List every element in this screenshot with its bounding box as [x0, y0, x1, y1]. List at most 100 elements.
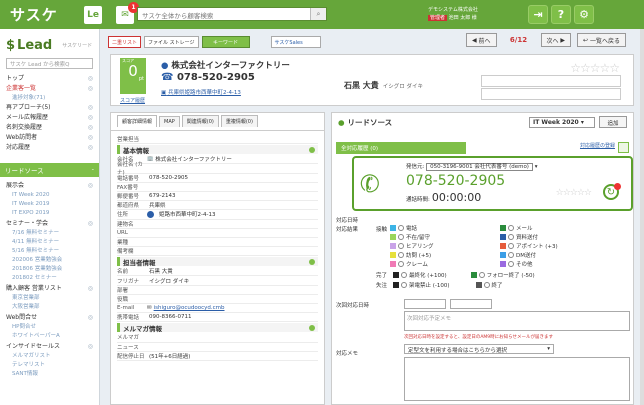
- map-pin-icon[interactable]: [147, 210, 154, 218]
- method-option[interactable]: DM送付: [500, 250, 558, 259]
- sidebar-item[interactable]: 再アプローチ(5) ◎: [6, 103, 93, 113]
- page-scrollbar[interactable]: [640, 29, 644, 405]
- sidebar-lead-item[interactable]: 東京営業部: [6, 294, 93, 303]
- campaign-select[interactable]: IT Week 2020 ▾: [529, 117, 595, 128]
- sidebar-lead-item[interactable]: Web問合せ ◎: [6, 313, 93, 323]
- tab-file-storage[interactable]: ファイル ストレージ: [144, 36, 199, 48]
- sidebar-lead-item[interactable]: 202006 営業勉強会: [6, 256, 93, 265]
- company-address[interactable]: ▣ 兵庫県姫路市西華中町2-4-13: [161, 88, 241, 96]
- sidebar-item[interactable]: 名刺交換履歴 ◎: [6, 123, 93, 133]
- phone-handset-icon[interactable]: ✆: [357, 168, 384, 200]
- sidebar-lead-item[interactable]: SANT情報: [6, 370, 93, 379]
- tab-related[interactable]: 関連情報(0): [181, 115, 219, 127]
- sidebar-lead-item[interactable]: 201806 営業勉強会: [6, 265, 93, 274]
- sidebar-item[interactable]: トップ ◎: [6, 74, 93, 84]
- tab-all-history[interactable]: 全対応履歴 (0): [336, 142, 466, 154]
- sidebar-lead-item[interactable]: 4/11 無料セミナー: [6, 238, 93, 247]
- score-history-link[interactable]: スコア履歴: [120, 97, 145, 104]
- field-value[interactable]: ishiguro@ocudoocyd.cmb: [152, 305, 225, 311]
- sidebar-lead-item[interactable]: 201802 セミナー: [6, 274, 93, 283]
- sidebar-lead-item[interactable]: メルマガリスト: [6, 352, 93, 361]
- sidebar-lead-item[interactable]: ホワイトペーパーA: [6, 332, 93, 341]
- sidebar-lead-item[interactable]: インサイドセールス ◎: [6, 342, 93, 352]
- next-time-input[interactable]: [450, 299, 492, 309]
- method-option[interactable]: 資料送付: [500, 232, 558, 241]
- lost-option-1[interactable]: 架電禁止 (-100): [393, 281, 450, 289]
- settings-icon[interactable]: ◎: [88, 84, 93, 94]
- global-search-input[interactable]: サスケ全体から顧客検索 ⌕: [137, 7, 327, 21]
- done-option-1[interactable]: 最終化 (+100): [393, 271, 447, 279]
- sidebar-lead-item[interactable]: 5/16 無料セミナー: [6, 247, 93, 256]
- hangup-icon[interactable]: ↻: [603, 183, 621, 200]
- method-option[interactable]: アポイント (+3): [500, 241, 558, 250]
- prev-button[interactable]: ◀ 前へ: [465, 33, 497, 47]
- section-mail-info[interactable]: メルマガ情報: [117, 323, 318, 333]
- call-from[interactable]: 発信元: 050-3196-9001 会社代表番号 (demo) ▾: [406, 162, 537, 171]
- search-icon[interactable]: ⌕: [310, 8, 326, 20]
- tab-keyword[interactable]: キーワード: [201, 36, 250, 48]
- sidebar-lead-item[interactable]: 7/16 無料セミナー: [6, 229, 93, 238]
- call-rating-stars[interactable]: ☆☆☆☆☆: [556, 188, 592, 198]
- app-logo[interactable]: サスケ: [0, 4, 80, 25]
- calendar-icon[interactable]: [618, 142, 629, 153]
- note-textarea[interactable]: [404, 357, 630, 401]
- method-option[interactable]: メール: [500, 223, 558, 232]
- sidebar-lead-item[interactable]: 購入顧客 営業リスト ◎: [6, 284, 93, 294]
- lead-app-icon[interactable]: Le: [84, 5, 102, 24]
- section-basic-info[interactable]: 基本情報: [117, 145, 318, 155]
- sidebar-lead-item[interactable]: HP問合せ: [6, 323, 93, 332]
- sidebar-lead-item[interactable]: IT Week 2020: [6, 191, 93, 200]
- lost-option-2[interactable]: 終了: [475, 281, 503, 289]
- settings-icon[interactable]: ◎: [88, 113, 93, 123]
- sidebar-search-input[interactable]: サスケ Lead から検索Q: [6, 58, 93, 69]
- sidebar-lead-item[interactable]: 展示会 ◎: [6, 181, 93, 191]
- settings-icon[interactable]: ◎: [88, 74, 93, 84]
- tag-input-2[interactable]: [481, 88, 621, 100]
- gear-icon[interactable]: ⚙: [574, 5, 594, 24]
- settings-icon[interactable]: ◎: [88, 123, 93, 133]
- method-option[interactable]: 訪問 (+5): [390, 250, 434, 259]
- sidebar-item[interactable]: Web訪問者 ◎: [6, 133, 93, 143]
- tab-duplicate[interactable]: 重複情報(0): [220, 115, 258, 127]
- tab-duplicate-list[interactable]: 二重リスト: [108, 36, 142, 48]
- settings-icon[interactable]: ◎: [88, 313, 93, 323]
- section-contact-info[interactable]: 担当者情報: [117, 257, 318, 267]
- settings-icon[interactable]: ◎: [88, 284, 93, 294]
- sidebar-lead-item[interactable]: セミナー・学会 ◎: [6, 219, 93, 229]
- template-select[interactable]: 定型文を利用する場合はこちらから選択 ▾: [404, 344, 554, 354]
- sidebar-item[interactable]: メール広報履歴 ◎: [6, 113, 93, 123]
- sidebar-item[interactable]: 進捗対象(71): [6, 94, 93, 103]
- sidebar-lead-item[interactable]: IT EXPO 2019: [6, 209, 93, 218]
- user-info[interactable]: デモシステム株式会社 管理者 池田 太郎 様: [428, 6, 478, 22]
- settings-icon[interactable]: ◎: [88, 219, 93, 229]
- method-option[interactable]: 電話: [390, 223, 434, 232]
- next-button[interactable]: 次へ ▶: [540, 33, 572, 47]
- tab-map[interactable]: MAP: [159, 116, 180, 127]
- tab-sasuke-sales[interactable]: サスケSales: [270, 36, 321, 48]
- logout-icon[interactable]: ⇥: [528, 5, 548, 24]
- sidebar-lead-item[interactable]: 大阪営業部: [6, 303, 93, 312]
- help-icon[interactable]: ?: [551, 5, 571, 24]
- settings-icon[interactable]: ◎: [88, 133, 93, 143]
- method-option[interactable]: その他: [500, 259, 558, 268]
- register-history-link[interactable]: 対応履歴の登録: [580, 142, 615, 149]
- method-option[interactable]: 不在/留守: [390, 232, 434, 241]
- company-phone[interactable]: ☎ 078-520-2905: [161, 72, 255, 83]
- settings-icon[interactable]: ◎: [88, 143, 93, 153]
- rating-stars[interactable]: ☆☆☆☆☆: [570, 61, 620, 75]
- method-option[interactable]: クレーム: [390, 259, 434, 268]
- sidebar-lead-item[interactable]: テレマリスト: [6, 361, 93, 370]
- add-campaign-button[interactable]: 追加: [599, 116, 627, 128]
- done-option-2[interactable]: フォロー終了 (-50): [470, 271, 535, 279]
- lead-source-section[interactable]: リードソース -: [0, 163, 99, 177]
- notification-icon[interactable]: ✉ 1: [116, 1, 139, 24]
- next-memo-textarea[interactable]: 次回対応予定メモ: [404, 311, 630, 331]
- method-option[interactable]: ヒアリング: [390, 241, 434, 250]
- sidebar-item[interactable]: 対応履歴 ◎: [6, 143, 93, 153]
- sidebar-lead-item[interactable]: IT Week 2019: [6, 200, 93, 209]
- settings-icon[interactable]: ◎: [88, 181, 93, 191]
- back-to-list-button[interactable]: ↩ 一覧へ戻る: [577, 33, 626, 47]
- tag-input-1[interactable]: [481, 75, 621, 87]
- settings-icon[interactable]: ◎: [88, 342, 93, 352]
- settings-icon[interactable]: ◎: [88, 103, 93, 113]
